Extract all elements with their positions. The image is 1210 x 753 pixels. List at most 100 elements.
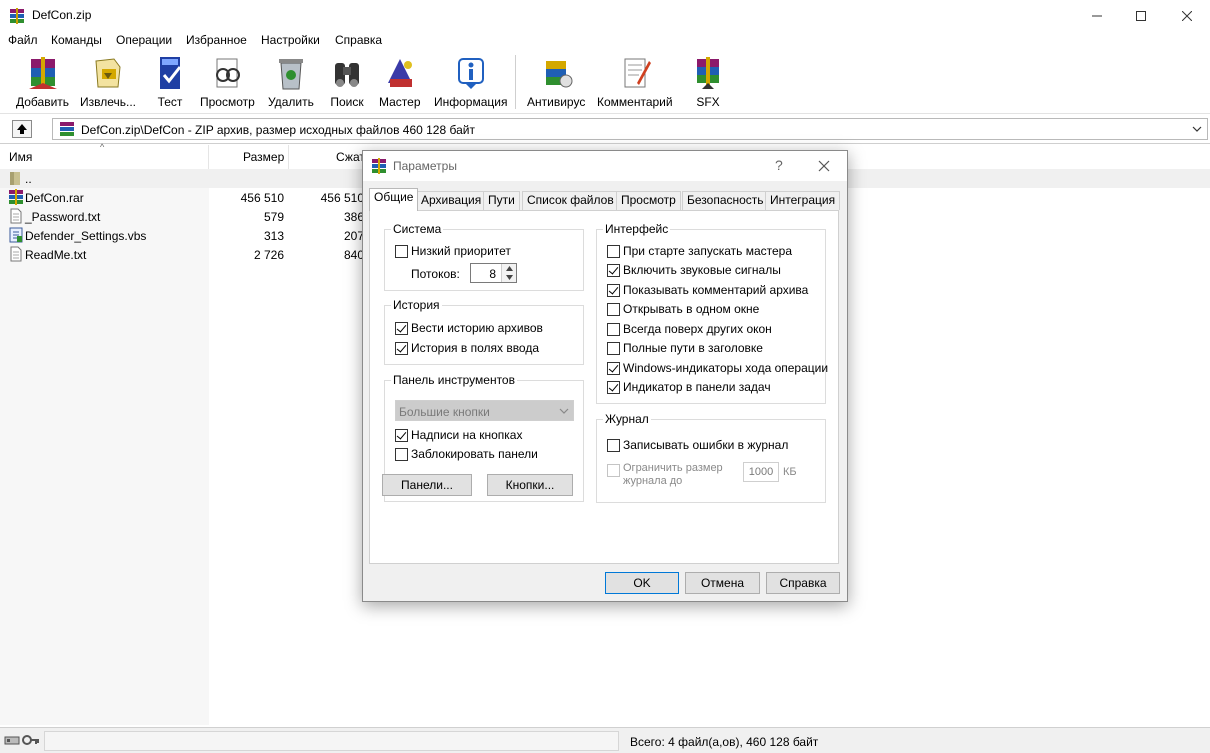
checkbox-box[interactable] bbox=[607, 380, 620, 394]
tab-file-list[interactable]: Список файлов bbox=[522, 191, 619, 210]
checkbox-box[interactable] bbox=[395, 244, 408, 258]
column-header-name[interactable]: Имя bbox=[9, 150, 32, 164]
log-group: Журнал Записывать ошибки в журнал Ограни… bbox=[596, 412, 826, 503]
start-wizard-checkbox[interactable]: При старте запускать мастера bbox=[607, 244, 792, 258]
buttons-button[interactable]: Кнопки... bbox=[487, 474, 573, 496]
winrar-app-icon bbox=[372, 158, 386, 174]
dialog-help-button[interactable]: Справка bbox=[766, 572, 840, 594]
tab-security[interactable]: Безопасность bbox=[682, 191, 769, 210]
archive-history-checkbox[interactable]: Вести историю архивов bbox=[395, 321, 543, 335]
labels-on-buttons-checkbox[interactable]: Надписи на кнопках bbox=[395, 428, 522, 442]
file-name: Defender_Settings.vbs bbox=[25, 229, 147, 243]
interface-group: Интерфейс При старте запускать мастера В… bbox=[596, 222, 828, 404]
extract-icon bbox=[95, 58, 121, 88]
threads-spinner[interactable]: 8 bbox=[470, 263, 517, 283]
low-priority-checkbox[interactable]: Низкий приоритет bbox=[395, 244, 511, 258]
checkbox-box[interactable] bbox=[607, 341, 620, 355]
spinner-arrows[interactable] bbox=[501, 264, 516, 282]
extract-button[interactable]: Извлечь... bbox=[80, 53, 136, 111]
checkbox-box[interactable] bbox=[395, 321, 408, 335]
spin-up-icon[interactable] bbox=[506, 266, 513, 271]
rar-file-icon bbox=[9, 189, 23, 205]
checkbox-box[interactable] bbox=[395, 341, 408, 355]
button-size-select: Большие кнопки bbox=[395, 400, 574, 421]
checkbox-box[interactable] bbox=[607, 244, 620, 258]
menu-file[interactable]: Файл bbox=[8, 33, 38, 47]
maximize-button[interactable] bbox=[1118, 0, 1164, 31]
checkbox-box[interactable] bbox=[395, 447, 408, 461]
address-path: DefCon.zip\DefCon - ZIP архив, размер ис… bbox=[81, 123, 475, 137]
menu-favorites[interactable]: Избранное bbox=[186, 33, 247, 47]
folder-up-icon bbox=[10, 172, 20, 185]
menu-settings[interactable]: Настройки bbox=[261, 33, 320, 47]
input-history-label: История в полях ввода bbox=[411, 341, 540, 355]
sound-signals-checkbox[interactable]: Включить звуковые сигналы bbox=[607, 263, 781, 277]
chevron-down-icon[interactable] bbox=[1191, 122, 1203, 136]
show-comment-checkbox[interactable]: Показывать комментарий архива bbox=[607, 283, 808, 297]
column-separator[interactable] bbox=[288, 145, 289, 169]
panels-button[interactable]: Панели... bbox=[382, 474, 472, 496]
sound-signals-label: Включить звуковые сигналы bbox=[623, 263, 781, 277]
ok-button[interactable]: OK bbox=[605, 572, 679, 594]
tab-paths[interactable]: Пути bbox=[483, 191, 520, 210]
single-window-checkbox[interactable]: Открывать в одном окне bbox=[607, 302, 759, 316]
tab-integration[interactable]: Интеграция bbox=[765, 191, 841, 210]
sfx-icon bbox=[697, 57, 719, 89]
menu-operations[interactable]: Операции bbox=[116, 33, 172, 47]
up-folder-button[interactable] bbox=[12, 120, 32, 138]
options-dialog: Параметры ? Общие Архивация Пути Список … bbox=[362, 150, 848, 602]
limit-log-line2: журнала до bbox=[623, 475, 683, 487]
address-bar: DefCon.zip\DefCon - ZIP архив, размер ис… bbox=[0, 115, 1210, 144]
winrar-app-icon bbox=[10, 8, 24, 24]
checkbox-box[interactable] bbox=[607, 302, 620, 316]
cancel-button[interactable]: Отмена bbox=[685, 572, 760, 594]
info-button[interactable]: Информация bbox=[434, 53, 507, 111]
wizard-button[interactable]: Мастер bbox=[379, 53, 421, 111]
checkbox-box[interactable] bbox=[607, 438, 620, 452]
comment-button[interactable]: Комментарий bbox=[597, 53, 673, 111]
always-on-top-checkbox[interactable]: Всегда поверх других окон bbox=[607, 322, 772, 336]
taskbar-indicator-checkbox[interactable]: Индикатор в панели задач bbox=[607, 380, 771, 394]
always-on-top-label: Всегда поверх других окон bbox=[623, 322, 772, 336]
file-name: ReadMe.txt bbox=[25, 248, 87, 262]
full-path-title-checkbox[interactable]: Полные пути в заголовке bbox=[607, 341, 763, 355]
status-pane-left bbox=[44, 731, 619, 751]
checkbox-box[interactable] bbox=[607, 361, 620, 375]
tab-general[interactable]: Общие bbox=[369, 188, 419, 211]
lock-panels-checkbox[interactable]: Заблокировать панели bbox=[395, 447, 538, 461]
antivirus-button[interactable]: Антивирус bbox=[527, 53, 585, 111]
file-name: .. bbox=[25, 172, 32, 186]
column-header-packed[interactable]: Сжат bbox=[336, 150, 365, 164]
help-button[interactable]: ? bbox=[775, 157, 783, 173]
checkbox-box[interactable] bbox=[607, 322, 620, 336]
add-button[interactable]: Добавить bbox=[16, 53, 69, 111]
address-combobox[interactable]: DefCon.zip\DefCon - ZIP архив, размер ис… bbox=[52, 118, 1208, 140]
menu-commands[interactable]: Команды bbox=[51, 33, 102, 47]
delete-button[interactable]: Удалить bbox=[268, 53, 314, 111]
minimize-button[interactable] bbox=[1074, 0, 1120, 31]
add-label: Добавить bbox=[16, 95, 70, 109]
write-errors-label: Записывать ошибки в журнал bbox=[623, 438, 789, 452]
column-separator[interactable] bbox=[208, 145, 209, 169]
write-errors-checkbox[interactable]: Записывать ошибки в журнал bbox=[607, 438, 788, 452]
windows-progress-checkbox[interactable]: Windows-индикаторы хода операции bbox=[607, 361, 828, 375]
sfx-button[interactable]: SFX bbox=[688, 53, 728, 111]
interface-group-title: Интерфейс bbox=[603, 222, 671, 236]
limit-log-line1: Ограничить размер bbox=[623, 462, 723, 474]
tab-viewer[interactable]: Просмотр bbox=[616, 191, 681, 210]
find-button[interactable]: Поиск bbox=[327, 53, 367, 111]
close-icon[interactable] bbox=[818, 160, 830, 172]
checkbox-box[interactable] bbox=[395, 428, 408, 442]
column-header-size[interactable]: Размер bbox=[243, 150, 284, 164]
menu-help[interactable]: Справка bbox=[335, 33, 382, 47]
checkbox-box[interactable] bbox=[607, 283, 620, 297]
general-tab-panel: Система Низкий приоритет Потоков: 8 Исто… bbox=[369, 210, 839, 564]
spin-down-icon[interactable] bbox=[506, 275, 513, 280]
input-history-checkbox[interactable]: История в полях ввода bbox=[395, 341, 539, 355]
test-button[interactable]: Тест bbox=[150, 53, 190, 111]
close-button[interactable] bbox=[1164, 0, 1210, 31]
sort-ascending-icon: ^ bbox=[100, 142, 105, 152]
tab-compression[interactable]: Архивация bbox=[416, 191, 487, 210]
view-button[interactable]: Просмотр bbox=[200, 53, 255, 111]
checkbox-box[interactable] bbox=[607, 263, 620, 277]
